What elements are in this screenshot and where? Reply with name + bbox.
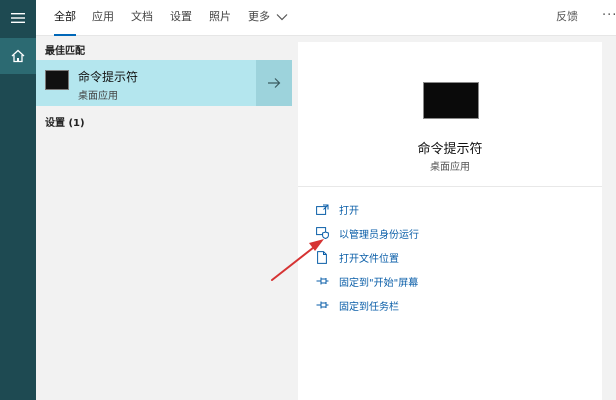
- best-match-item[interactable]: 命令提示符 桌面应用: [36, 60, 292, 106]
- action-open-file-location-label: 打开文件位置: [339, 253, 399, 265]
- action-pin-to-taskbar[interactable]: 固定到任务栏: [315, 297, 399, 313]
- feedback-button[interactable]: 反馈: [556, 0, 578, 36]
- preview-subtitle: 桌面应用: [430, 162, 470, 173]
- tab-documents[interactable]: 文档: [131, 0, 153, 36]
- action-pin-to-start-label: 固定到"开始"屏幕: [339, 277, 419, 289]
- tab-all[interactable]: 全部: [54, 0, 76, 36]
- action-pin-to-taskbar-label: 固定到任务栏: [339, 301, 399, 313]
- pin-icon: [315, 274, 329, 288]
- more-options-label: ···: [602, 8, 616, 23]
- left-rail: [0, 0, 36, 400]
- open-icon: [315, 202, 329, 216]
- shield-admin-icon: [315, 226, 329, 240]
- preview-panel: 命令提示符 桌面应用 打开 以管理员身份运行 打开文件位置 固定到"开始"屏幕: [292, 36, 616, 400]
- home-icon: [11, 49, 25, 63]
- action-list: 打开 以管理员身份运行 打开文件位置 固定到"开始"屏幕 固定到任务栏: [298, 186, 602, 400]
- best-match-title: 命令提示符: [78, 70, 139, 84]
- action-pin-to-start[interactable]: 固定到"开始"屏幕: [315, 273, 418, 289]
- tab-photos[interactable]: 照片: [209, 0, 231, 36]
- hamburger-icon: [11, 13, 25, 23]
- file-location-icon: [315, 250, 329, 264]
- hamburger-menu-button[interactable]: [0, 0, 36, 36]
- arrow-right-icon: [268, 78, 281, 88]
- cmd-app-icon: [45, 70, 69, 90]
- more-options-button[interactable]: ···: [602, 0, 616, 36]
- action-open-file-location[interactable]: 打开文件位置: [315, 249, 399, 265]
- tab-settings[interactable]: 设置: [170, 0, 192, 36]
- expand-details-button[interactable]: [256, 60, 292, 106]
- tab-more-label: 更多: [248, 10, 270, 23]
- tab-all-label: 全部: [54, 10, 76, 23]
- best-match-heading: 最佳匹配: [45, 46, 85, 57]
- best-match-subtitle: 桌面应用: [78, 91, 118, 102]
- preview-title: 命令提示符: [417, 142, 483, 157]
- pin-icon: [315, 298, 329, 312]
- action-run-as-admin[interactable]: 以管理员身份运行: [315, 225, 419, 241]
- cmd-large-icon: [423, 82, 479, 119]
- home-button[interactable]: [0, 38, 36, 74]
- search-scope-tabs: 全部 应用 文档 设置 照片 更多 反馈 ···: [36, 0, 616, 36]
- tab-more[interactable]: 更多: [248, 0, 288, 36]
- action-run-as-admin-label: 以管理员身份运行: [339, 229, 419, 241]
- feedback-label: 反馈: [556, 10, 578, 23]
- results-panel: 最佳匹配 命令提示符 桌面应用 设置 (1): [36, 36, 292, 400]
- tab-photos-label: 照片: [209, 10, 231, 23]
- tab-settings-label: 设置: [170, 10, 192, 23]
- settings-heading[interactable]: 设置 (1): [45, 114, 85, 129]
- tab-apps[interactable]: 应用: [92, 0, 114, 36]
- action-open[interactable]: 打开: [315, 201, 359, 217]
- chevron-down-icon: [276, 14, 287, 21]
- preview-card: 命令提示符 桌面应用: [298, 42, 602, 186]
- action-open-label: 打开: [339, 205, 359, 217]
- tab-documents-label: 文档: [131, 10, 153, 23]
- tab-apps-label: 应用: [92, 10, 114, 23]
